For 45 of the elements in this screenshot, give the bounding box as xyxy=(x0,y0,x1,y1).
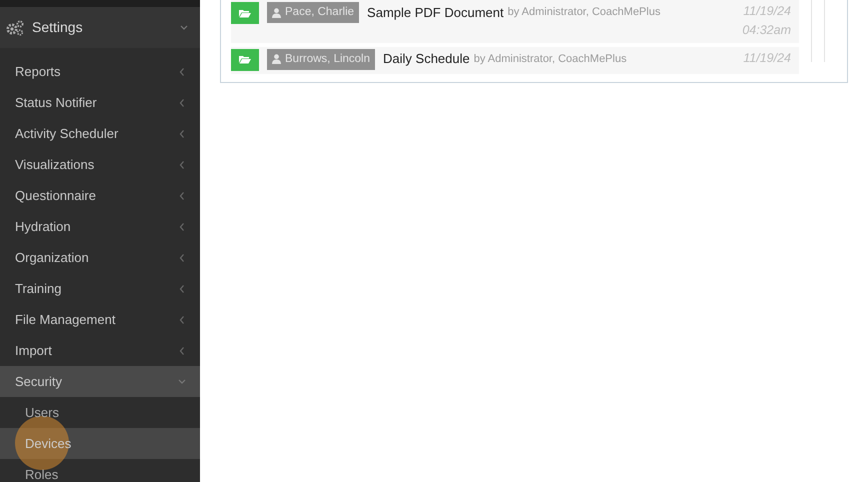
sidebar-item[interactable]: Security xyxy=(0,366,200,397)
folder-button[interactable] xyxy=(231,2,259,24)
chevron-down-icon xyxy=(178,376,186,386)
document-row[interactable]: Pace, Charlie Sample PDF Document by Administrator, CoachMePlus 11/19/24 04:32am xyxy=(231,0,799,42)
submenu-item[interactable]: Users xyxy=(0,397,200,428)
user-tag: Burrows, Lincoln xyxy=(267,48,376,70)
sidebar-header[interactable]: Settings xyxy=(0,7,200,48)
document-row[interactable]: Burrows, Lincoln Daily Schedule by Administrator, CoachMePlus 11/19/24 xyxy=(231,46,799,74)
sidebar-item[interactable]: Organization xyxy=(0,242,200,273)
document-date: 11/19/24 xyxy=(743,3,791,20)
submenu-item[interactable]: Roles xyxy=(0,459,200,482)
chevron-left-icon xyxy=(178,222,186,232)
gears-icon xyxy=(6,20,24,36)
sidebar-item[interactable]: Questionnaire xyxy=(0,180,200,211)
chevron-left-icon xyxy=(178,284,186,294)
document-date: 11/19/24 xyxy=(743,50,791,66)
user-icon xyxy=(272,54,281,64)
folder-button[interactable] xyxy=(231,48,259,70)
document-title[interactable]: Daily Schedule xyxy=(383,49,470,69)
sidebar-item[interactable]: Import xyxy=(0,335,200,366)
folder-icon xyxy=(239,55,251,64)
sidebar-item[interactable]: Status Notifier xyxy=(0,87,200,118)
chevron-left-icon xyxy=(178,128,186,138)
chevron-left-icon xyxy=(178,66,186,76)
sidebar-item[interactable]: File Management xyxy=(0,304,200,335)
chevron-left-icon xyxy=(178,98,186,108)
document-author: by Administrator, CoachMePlus xyxy=(508,5,660,20)
sidebar-item[interactable]: Activity Scheduler xyxy=(0,118,200,149)
chevron-left-icon xyxy=(178,346,186,356)
sidebar-item[interactable]: Hydration xyxy=(0,211,200,242)
chevron-left-icon xyxy=(178,252,186,262)
folder-icon xyxy=(239,8,251,18)
chevron-left-icon xyxy=(178,160,186,170)
chevron-left-icon xyxy=(178,190,186,200)
chevron-left-icon xyxy=(178,314,186,324)
document-time: 04:32am xyxy=(742,22,791,39)
sidebar-item[interactable]: Training xyxy=(0,273,200,304)
user-icon xyxy=(272,8,281,18)
click-highlight xyxy=(15,416,69,470)
sidebar-item[interactable]: Visualizations xyxy=(0,149,200,180)
scrollbar-track[interactable] xyxy=(811,0,825,62)
user-tag: Pace, Charlie xyxy=(267,2,360,24)
sidebar-item[interactable]: Reports xyxy=(0,56,200,87)
document-title[interactable]: Sample PDF Document xyxy=(367,2,504,22)
document-author: by Administrator, CoachMePlus xyxy=(474,52,627,67)
